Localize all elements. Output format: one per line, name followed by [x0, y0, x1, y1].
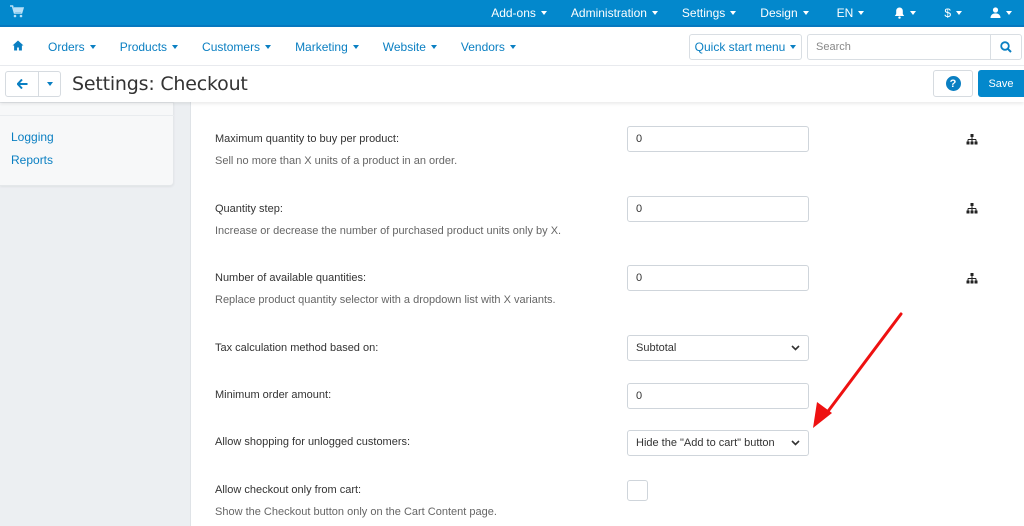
- top-bar: Add-ons Administration Settings Design E…: [0, 0, 1024, 27]
- setting-description: Increase or decrease the number of purch…: [215, 225, 562, 237]
- setting-label: Minimum order amount:: [215, 389, 332, 401]
- caret-down-icon: [802, 10, 809, 15]
- top-menu-notifications[interactable]: [880, 0, 930, 25]
- caret-down-icon: [540, 10, 547, 15]
- quick-start-label: Quick start menu: [694, 40, 786, 54]
- sidebar-item-logging[interactable]: Logging: [11, 130, 54, 144]
- caret-down-icon: [89, 45, 96, 50]
- caret-down-icon: [172, 45, 179, 50]
- search-input[interactable]: [807, 34, 991, 60]
- top-menu-label: Administration: [570, 5, 647, 20]
- caret-down-icon: [352, 45, 359, 50]
- select-value: Subtotal: [636, 342, 677, 354]
- caret-down-icon: [651, 10, 658, 15]
- user-icon: [990, 7, 1001, 18]
- checkout-from-cart-checkbox[interactable]: [627, 480, 648, 501]
- sitemap-icon[interactable]: [966, 203, 978, 214]
- page-title: Settings: Checkout: [72, 73, 248, 95]
- caret-down-icon: [858, 10, 865, 15]
- search-icon: [1000, 41, 1012, 53]
- caret-down-icon: [910, 10, 917, 15]
- select-value: Hide the "Add to cart" button: [636, 437, 775, 449]
- back-button-group: [5, 71, 61, 97]
- nav-vendors[interactable]: Vendors: [449, 40, 528, 54]
- setting-label: Quantity step:: [215, 203, 283, 215]
- sidebar-divider: [0, 115, 174, 116]
- max-quantity-input[interactable]: [627, 126, 809, 152]
- sitemap-icon[interactable]: [966, 273, 978, 284]
- top-menu-user[interactable]: [976, 0, 1024, 25]
- minimum-order-input[interactable]: [627, 383, 809, 409]
- setting-label: Number of available quantities:: [215, 272, 367, 284]
- setting-label: Tax calculation method based on:: [215, 342, 379, 354]
- caret-down-icon: [46, 82, 53, 86]
- shopping-cart-icon[interactable]: [10, 5, 25, 19]
- back-history-dropdown[interactable]: [39, 72, 60, 96]
- nav-marketing[interactable]: Marketing: [283, 40, 371, 54]
- sidebar-item-reports[interactable]: Reports: [11, 153, 53, 167]
- sitemap-icon[interactable]: [966, 134, 978, 145]
- search-button[interactable]: [990, 34, 1022, 60]
- top-menu-label: Design: [760, 5, 798, 20]
- nav-label: Customers: [202, 39, 261, 54]
- quantity-step-input[interactable]: [627, 196, 809, 222]
- caret-down-icon: [790, 45, 797, 49]
- setting-label: Allow checkout only from cart:: [215, 484, 362, 496]
- top-menu-language[interactable]: EN: [821, 0, 881, 25]
- top-menu-label: EN: [836, 5, 854, 20]
- question-circle-icon: ?: [945, 76, 961, 91]
- caret-down-icon: [956, 10, 962, 15]
- top-menu-design[interactable]: Design: [748, 0, 820, 25]
- caret-down-icon: [509, 45, 516, 50]
- save-button[interactable]: Save: [978, 70, 1024, 97]
- top-menu-settings[interactable]: Settings: [670, 0, 748, 25]
- title-bar: Settings: Checkout ? Save: [0, 66, 1024, 102]
- main-nav: Orders Products Customers Marketing Webs…: [0, 27, 1024, 66]
- caret-down-icon: [730, 10, 737, 15]
- home-icon[interactable]: [12, 40, 24, 51]
- top-menu-label: $: [944, 5, 951, 20]
- top-menu-label: Add-ons: [491, 5, 536, 20]
- main-nav-items: Orders Products Customers Marketing Webs…: [36, 27, 528, 66]
- nav-website[interactable]: Website: [371, 40, 449, 54]
- nav-label: Marketing: [295, 39, 348, 54]
- tax-calculation-select[interactable]: Subtotal: [627, 335, 809, 361]
- nav-label: Vendors: [460, 39, 505, 54]
- top-menu-currency[interactable]: $: [930, 0, 976, 25]
- nav-orders[interactable]: Orders: [36, 40, 108, 54]
- settings-panel: Maximum quantity to buy per product: Sel…: [191, 102, 1024, 526]
- caret-down-icon: [430, 45, 437, 50]
- nav-customers[interactable]: Customers: [190, 40, 283, 54]
- top-menu-administration[interactable]: Administration: [559, 0, 670, 25]
- top-menu-addons[interactable]: Add-ons: [479, 0, 559, 25]
- chevron-down-icon: [791, 440, 800, 446]
- bell-icon: [895, 7, 905, 19]
- top-menu-label: Settings: [681, 5, 726, 20]
- top-menu: Add-ons Administration Settings Design E…: [479, 0, 1024, 25]
- nav-products[interactable]: Products: [108, 40, 190, 54]
- available-quantities-input[interactable]: [627, 265, 809, 291]
- help-button[interactable]: ?: [933, 70, 973, 97]
- setting-label: Maximum quantity to buy per product:: [215, 133, 400, 145]
- unlogged-shopping-select[interactable]: Hide the "Add to cart" button: [627, 430, 809, 456]
- arrow-left-icon: [16, 79, 27, 89]
- nav-label: Products: [119, 39, 168, 54]
- quick-start-menu-button[interactable]: Quick start menu: [689, 34, 802, 60]
- setting-description: Sell no more than X units of a product i…: [215, 155, 458, 167]
- setting-label: Allow shopping for unlogged customers:: [215, 436, 411, 448]
- nav-label: Orders: [48, 39, 85, 54]
- setting-description: Show the Checkout button only on the Car…: [215, 506, 497, 518]
- sidebar: Logging Reports: [0, 102, 174, 186]
- nav-label: Website: [382, 39, 426, 54]
- caret-down-icon: [265, 45, 272, 50]
- caret-down-icon: [1006, 10, 1012, 15]
- back-button[interactable]: [6, 72, 39, 96]
- chevron-down-icon: [791, 345, 800, 351]
- setting-description: Replace product quantity selector with a…: [215, 294, 556, 306]
